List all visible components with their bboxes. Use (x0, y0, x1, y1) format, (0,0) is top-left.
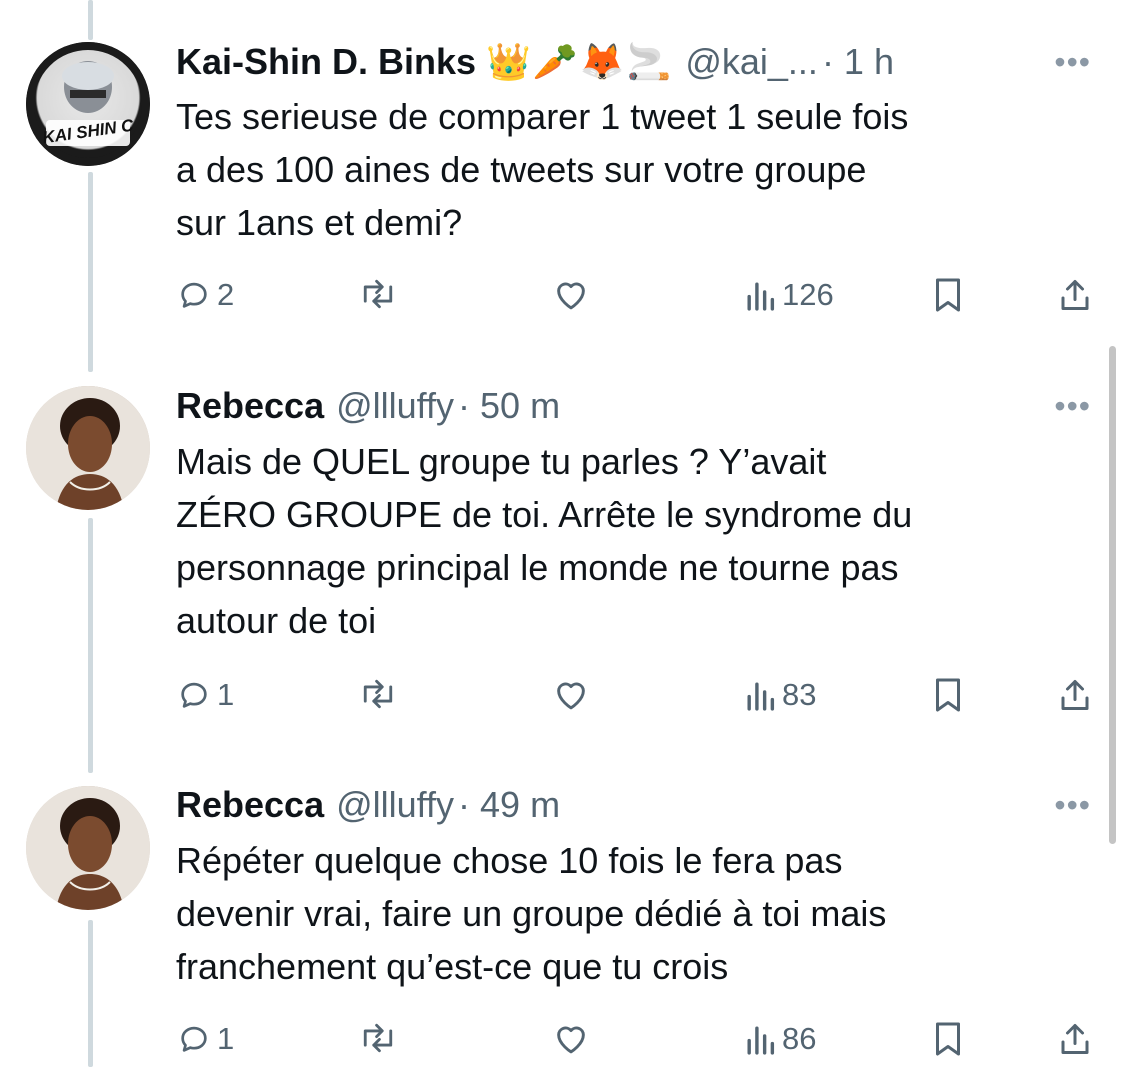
avatar-image (26, 786, 150, 910)
reply-icon (181, 282, 207, 308)
view-count: 83 (782, 677, 817, 712)
name-emojis: 👑🥕🦊🚬 (486, 41, 674, 82)
views-icon (747, 282, 775, 311)
handle[interactable]: @llluffy (336, 784, 454, 826)
display-name[interactable]: Kai-Shin D. Binks (176, 41, 476, 83)
bookmark-icon (936, 678, 960, 712)
tweet-header: Rebecca @llluffy · 49 m (176, 783, 560, 827)
view-count: 86 (782, 1021, 817, 1056)
display-name[interactable]: Rebecca (176, 784, 324, 826)
retweet-button[interactable] (358, 1021, 398, 1055)
reply-button[interactable]: 1 (177, 1021, 234, 1057)
tweet-header: Kai-Shin D. Binks 👑🥕🦊🚬 @kai_... · 1 h (176, 40, 894, 84)
bookmark-icon (936, 1022, 960, 1056)
avatar[interactable] (26, 786, 150, 910)
like-icon (557, 682, 585, 710)
tweet-text: Tes serieuse de comparer 1 tweet 1 seule… (176, 96, 909, 243)
views-icon (747, 1026, 775, 1055)
reply-icon (181, 682, 207, 708)
timestamp[interactable]: · 1 h (822, 41, 894, 83)
share-button[interactable] (1057, 1021, 1093, 1057)
share-icon (1061, 680, 1089, 710)
tweet-text: Répéter quelque chose 10 fois le fera pa… (176, 840, 887, 987)
avatar[interactable]: KAI SHIN C (26, 42, 150, 166)
more-options-icon[interactable]: ••• (1054, 787, 1091, 824)
like-icon (557, 282, 585, 310)
retweet-icon (363, 279, 393, 309)
like-button[interactable] (552, 277, 590, 311)
like-button[interactable] (552, 1021, 590, 1055)
timestamp[interactable]: · 50 m (458, 385, 560, 427)
retweet-button[interactable] (358, 677, 398, 711)
share-icon (1061, 280, 1089, 310)
view-count: 126 (782, 277, 834, 312)
reply-button[interactable]: 1 (177, 677, 234, 713)
reply-count: 1 (217, 1021, 235, 1056)
avatar-image (26, 386, 150, 510)
bookmark-button[interactable] (932, 677, 964, 713)
share-button[interactable] (1057, 277, 1093, 313)
views-icon (747, 682, 775, 711)
thread-line (88, 0, 93, 40)
views-button[interactable]: 86 (744, 1021, 816, 1057)
views-button[interactable]: 83 (744, 677, 816, 713)
share-button[interactable] (1057, 677, 1093, 713)
tweet-header: Rebecca @llluffy · 50 m (176, 384, 560, 428)
scrollbar[interactable] (1109, 346, 1116, 844)
reply-button[interactable]: 2 (177, 277, 234, 313)
handle[interactable]: @kai_... (685, 41, 818, 83)
more-options-icon[interactable]: ••• (1054, 44, 1091, 81)
action-bar: 1 83 (0, 677, 1125, 721)
reply-count: 1 (217, 677, 235, 712)
retweet-icon (363, 679, 393, 709)
thread-line (88, 518, 93, 773)
bookmark-button[interactable] (932, 1021, 964, 1057)
avatar[interactable] (26, 386, 150, 510)
retweet-icon (363, 1023, 393, 1053)
thread-line (88, 172, 93, 372)
like-button[interactable] (552, 677, 590, 711)
handle[interactable]: @llluffy (336, 385, 454, 427)
more-options-icon[interactable]: ••• (1054, 388, 1091, 425)
views-button[interactable]: 126 (744, 277, 834, 313)
reply-icon (181, 1026, 207, 1052)
like-icon (557, 1026, 585, 1054)
action-bar: 1 86 (0, 1021, 1125, 1065)
display-name[interactable]: Rebecca (176, 385, 324, 427)
bookmark-button[interactable] (932, 277, 964, 313)
action-bar: 2 126 (0, 277, 1125, 321)
reply-count: 2 (217, 277, 235, 312)
share-icon (1061, 1024, 1089, 1054)
retweet-button[interactable] (358, 277, 398, 311)
bookmark-icon (936, 278, 960, 312)
tweet-text: Mais de QUEL groupe tu parles ? Y’avait … (176, 441, 913, 641)
timestamp[interactable]: · 49 m (458, 784, 560, 826)
